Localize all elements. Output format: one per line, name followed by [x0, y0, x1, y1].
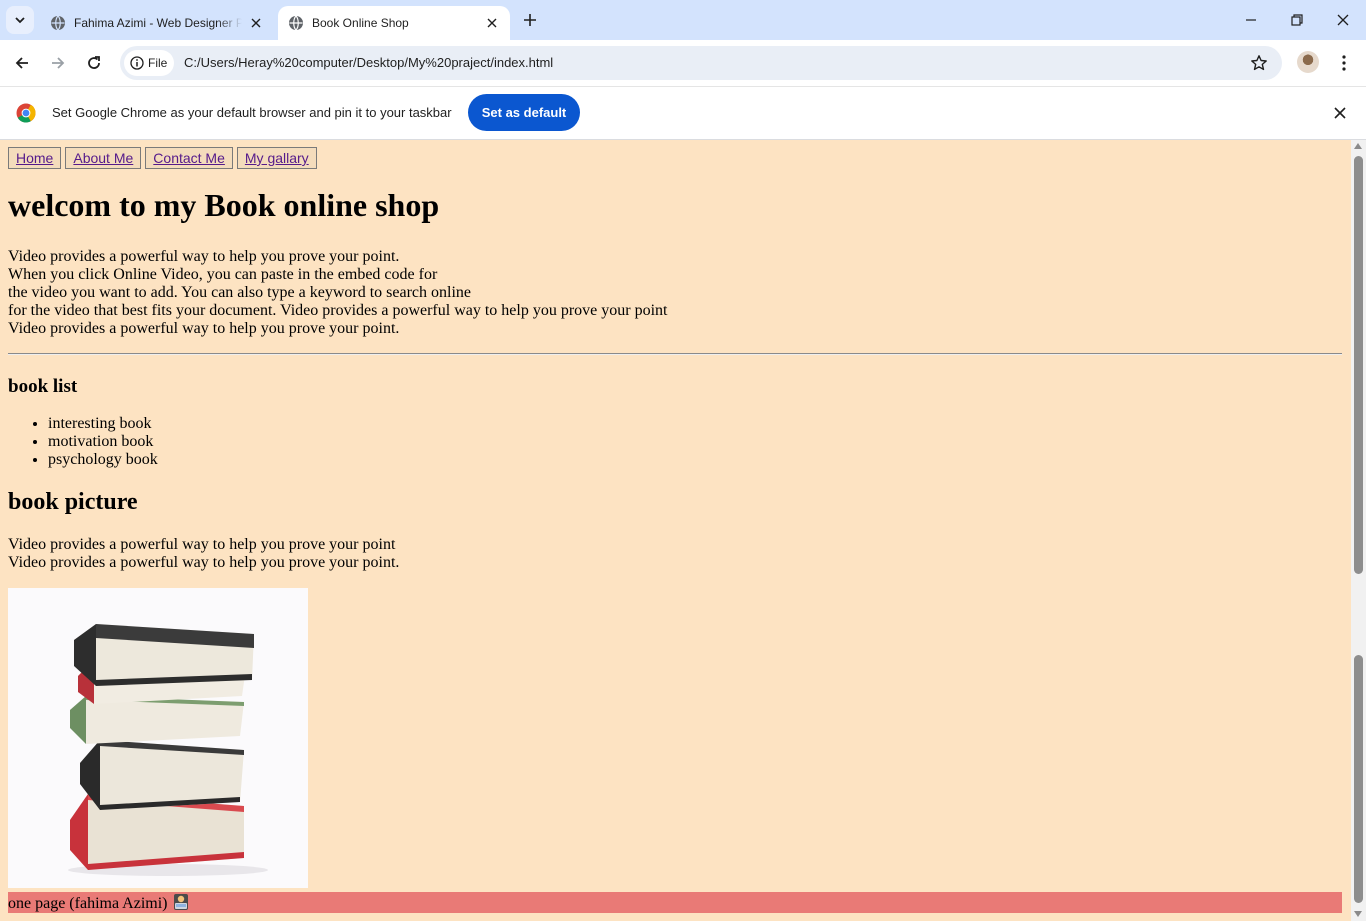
globe-icon	[51, 15, 65, 31]
site-chip-label: File	[148, 56, 168, 70]
intro-line: When you click Online Video, you can pas…	[8, 266, 438, 283]
forward-button[interactable]	[44, 49, 72, 77]
picture-line: Video provides a powerful way to help yo…	[8, 554, 400, 571]
tab-title: Book Online Shop	[312, 16, 409, 30]
page-scrollbar[interactable]	[1351, 140, 1366, 921]
scrollbar-thumb[interactable]	[1354, 156, 1363, 574]
restore-icon	[1291, 14, 1303, 26]
new-tab-button[interactable]	[518, 8, 542, 32]
profile-avatar[interactable]	[1297, 51, 1319, 73]
reload-button[interactable]	[80, 49, 108, 77]
nav-link-gallery[interactable]: My gallary	[236, 147, 317, 169]
page-viewport: Home About Me Contact Me My gallary welc…	[0, 140, 1351, 921]
close-window-button[interactable]	[1320, 6, 1366, 34]
url-text[interactable]: C:/Users/Heray%20computer/Desktop/My%20p…	[184, 55, 553, 70]
infobar-close-button[interactable]	[1330, 103, 1350, 123]
more-vertical-icon	[1342, 55, 1346, 71]
info-icon	[130, 56, 144, 70]
close-tab-icon[interactable]	[484, 15, 500, 31]
picture-line: Video provides a powerful way to help yo…	[8, 536, 396, 553]
site-info-chip[interactable]: File	[124, 50, 174, 76]
close-icon	[1337, 14, 1349, 26]
address-bar[interactable]: File C:/Users/Heray%20computer/Desktop/M…	[120, 46, 1282, 80]
list-item: interesting book	[48, 415, 158, 433]
scroll-down-arrow-icon[interactable]	[1354, 911, 1362, 917]
intro-line: the video you want to add. You can also …	[8, 284, 472, 301]
intro-line: for the video that best fits your docume…	[8, 302, 668, 319]
person-laptop-emoji-icon	[173, 894, 188, 910]
back-button[interactable]	[8, 49, 36, 77]
scrollbar-thumb-lower[interactable]	[1354, 655, 1363, 903]
nav-link-contact[interactable]: Contact Me	[145, 147, 233, 169]
bookmark-star-icon[interactable]	[1250, 54, 1268, 72]
book-picture-heading: book picture	[8, 489, 138, 515]
tab-search-button[interactable]	[6, 6, 34, 34]
book-stack-image	[8, 588, 308, 888]
footer-text: one page (fahima Azimi)	[8, 895, 168, 912]
browser-menu-button[interactable]	[1334, 51, 1354, 75]
list-item: psychology book	[48, 451, 158, 469]
reload-icon	[88, 56, 100, 69]
set-default-button[interactable]: Set as default	[468, 94, 580, 131]
chrome-logo-icon	[16, 103, 36, 123]
chevron-down-icon	[15, 17, 25, 24]
tab-portfolio[interactable]: Fahima Azimi - Web Designer Portfolio	[40, 6, 274, 40]
tab-strip: Fahima Azimi - Web Designer Portfolio Bo…	[0, 0, 1366, 40]
arrow-left-icon	[15, 57, 28, 69]
page-title: welcom to my Book online shop	[8, 187, 440, 223]
book-list: interesting book motivation book psychol…	[8, 415, 158, 469]
minimize-icon	[1246, 19, 1256, 21]
plus-icon	[524, 14, 536, 26]
intro-paragraph: Video provides a powerful way to help yo…	[8, 248, 668, 338]
book-list-heading: book list	[8, 376, 78, 397]
arrow-right-icon	[52, 57, 65, 69]
nav-link-home[interactable]: Home	[8, 147, 62, 169]
close-icon	[1334, 107, 1346, 119]
infobar-message: Set Google Chrome as your default browse…	[52, 105, 452, 120]
restore-button[interactable]	[1274, 6, 1320, 34]
site-nav: Home About Me Contact Me My gallary	[8, 147, 317, 169]
list-item: motivation book	[48, 433, 158, 451]
intro-line: Video provides a powerful way to help yo…	[8, 320, 400, 337]
scroll-up-arrow-icon[interactable]	[1354, 143, 1362, 149]
globe-icon	[289, 15, 303, 31]
close-tab-icon[interactable]	[248, 15, 264, 31]
section-divider	[8, 353, 1342, 355]
browser-toolbar: File C:/Users/Heray%20computer/Desktop/M…	[0, 40, 1366, 86]
tab-book-shop[interactable]: Book Online Shop	[278, 6, 510, 40]
page-footer: one page (fahima Azimi)	[8, 892, 1342, 913]
nav-link-about[interactable]: About Me	[65, 147, 142, 169]
default-browser-infobar: Set Google Chrome as your default browse…	[0, 86, 1366, 140]
picture-paragraph: Video provides a powerful way to help yo…	[8, 536, 399, 572]
intro-line: Video provides a powerful way to help yo…	[8, 248, 400, 265]
tab-title: Fahima Azimi - Web Designer Portfolio	[74, 16, 242, 30]
minimize-button[interactable]	[1228, 6, 1274, 34]
